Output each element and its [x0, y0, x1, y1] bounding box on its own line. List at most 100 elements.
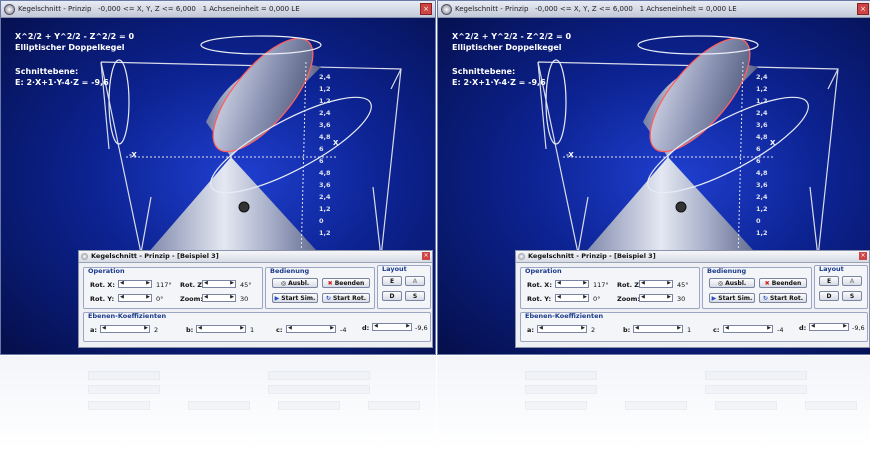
coeff-c-label: c:: [713, 326, 720, 334]
x-icon: ✖: [764, 280, 770, 287]
operation-header: Operation: [88, 267, 125, 275]
reflection: [437, 356, 870, 450]
rotate-icon: ↻: [325, 295, 331, 302]
neg-x-axis-label: -X: [566, 151, 574, 159]
ausbl-label: Ausbl.: [288, 280, 310, 287]
rot-y-spinner[interactable]: [555, 294, 589, 302]
start-sim-button[interactable]: ▶ Start Sim.: [272, 293, 318, 303]
x-axis-label: X: [333, 139, 339, 147]
zoom-spinner[interactable]: [639, 294, 673, 302]
start-sim-label: Start Sim.: [718, 295, 753, 302]
close-icon[interactable]: ×: [857, 3, 869, 15]
formula-block: X^2/2 + Y^2/2 - Z^2/2 = 0 Elliptischer D…: [15, 31, 134, 53]
rot-z-spinner[interactable]: [202, 280, 236, 288]
tick-label: 2,4: [319, 193, 331, 201]
layout-d-button[interactable]: D: [382, 291, 402, 301]
layout-a-button[interactable]: A: [405, 276, 425, 286]
coeff-d-value: -9,6: [852, 324, 865, 332]
tick-label: 3,6: [319, 181, 331, 189]
control-titlebar[interactable]: Kegelschnitt - Prinzip - [Beispiel 3]: [79, 251, 432, 263]
reflection-row: [525, 371, 597, 380]
window-titlebar[interactable]: Kegelschnitt - Prinzip -0,000 <= X, Y, Z…: [1, 1, 435, 18]
layout-s-button[interactable]: S: [842, 291, 862, 301]
coeff-header: Ebenen-Koeffizienten: [88, 312, 167, 320]
window-titlebar[interactable]: Kegelschnitt - Prinzip -0,000 <= X, Y, Z…: [438, 1, 870, 18]
rot-y-value: 0°: [593, 295, 601, 303]
coeff-b-spinner[interactable]: [633, 325, 683, 333]
coeff-a-spinner[interactable]: [537, 325, 587, 333]
reflection-row: [715, 401, 777, 410]
z-tick-labels: 2,4 1,2 1,2 2,4 3,6 4,8 6 6 4,8 3,6 2,4 …: [756, 71, 778, 251]
plane-block: Schnittebene: E: 2·X+1·Y-4·Z = -9,6: [15, 66, 109, 88]
coeff-a-spinner[interactable]: [100, 325, 150, 333]
marker-ball: [675, 201, 687, 213]
ausbl-button[interactable]: ◎ Ausbl.: [272, 278, 318, 288]
coeff-d-spinner[interactable]: [809, 323, 849, 331]
tick-label: 1,2: [319, 97, 331, 105]
rot-z-spinner[interactable]: [639, 280, 673, 288]
eye-icon: ◎: [280, 280, 287, 287]
ausbl-label: Ausbl.: [725, 280, 747, 287]
start-rot-label: Start Rot.: [332, 295, 367, 302]
tick-label: 1,2: [756, 205, 768, 213]
window-unit-value: 0,000 LE: [706, 5, 737, 13]
tick-label: 2,4: [319, 109, 331, 117]
section-ellipse: [649, 37, 751, 153]
formula-equation: X^2/2 + Y^2/2 - Z^2/2 = 0: [452, 32, 572, 41]
coeff-b-value: 1: [250, 326, 255, 334]
rot-x-value: 117°: [156, 281, 172, 289]
coeff-d-label: d:: [362, 324, 370, 332]
rot-x-spinner[interactable]: [555, 280, 589, 288]
operation-header: Operation: [525, 267, 562, 275]
reflection-row: [805, 401, 857, 410]
coeff-c-value: -4: [340, 326, 347, 334]
rot-z-label: Rot. Z:: [617, 281, 642, 289]
tick-label: 1,2: [756, 97, 768, 105]
start-rot-button[interactable]: ↻ Start Rot.: [759, 293, 807, 303]
rot-x-spinner[interactable]: [118, 280, 152, 288]
layout-e-button[interactable]: E: [819, 276, 839, 286]
tick-label: 6: [319, 157, 324, 165]
coeff-b-spinner[interactable]: [196, 325, 246, 333]
section-ellipse: [212, 37, 314, 153]
plane-equation: E: 2·X+1·Y-4·Z = -9,6: [15, 78, 109, 87]
start-rot-button[interactable]: ↻ Start Rot.: [322, 293, 370, 303]
layout-e-label: E: [826, 278, 832, 285]
layout-a-button[interactable]: A: [842, 276, 862, 286]
tick-label: 3,6: [756, 181, 768, 189]
z-axis: [737, 61, 744, 263]
layout-e-label: E: [389, 278, 395, 285]
coeff-b-label: b:: [623, 326, 631, 334]
layout-e-button[interactable]: E: [382, 276, 402, 286]
start-sim-button[interactable]: ▶ Start Sim.: [709, 293, 755, 303]
layout-header: Layout: [382, 265, 407, 273]
reflection-row: [268, 371, 370, 380]
tick-label: 1,2: [319, 85, 331, 93]
bedienung-header: Bedienung: [270, 267, 310, 275]
zoom-spinner[interactable]: [202, 294, 236, 302]
control-close-icon[interactable]: ×: [859, 252, 867, 260]
beenden-button[interactable]: ✖ Beenden: [759, 278, 807, 288]
rot-y-spinner[interactable]: [118, 294, 152, 302]
bedienung-group: Bedienung ◎ Ausbl. ✖ Beenden ▶ Start Sim. ↻…: [265, 267, 375, 309]
rot-y-label: Rot. Y:: [90, 295, 115, 303]
rot-y-label: Rot. Y:: [527, 295, 552, 303]
coeff-a-value: 2: [154, 326, 159, 334]
z-tick-labels: 2,4 1,2 1,2 2,4 3,6 4,8 6 6 4,8 3,6 2,4 …: [319, 71, 341, 251]
ausbl-button[interactable]: ◎ Ausbl.: [709, 278, 755, 288]
control-titlebar[interactable]: Kegelschnitt - Prinzip - [Beispiel 3]: [516, 251, 869, 263]
coeff-b-label: b:: [186, 326, 194, 334]
coeff-d-spinner[interactable]: [372, 323, 412, 331]
coeff-c-spinner[interactable]: [723, 325, 773, 333]
play-icon: ▶: [274, 295, 280, 302]
coeff-c-spinner[interactable]: [286, 325, 336, 333]
beenden-label: Beenden: [334, 280, 365, 287]
rotate-icon: ↻: [762, 295, 768, 302]
coefficients-group: Ebenen-Koeffizienten a: 2 b: 1 c: -4 d: …: [83, 312, 431, 342]
rot-x-value: 117°: [593, 281, 609, 289]
beenden-button[interactable]: ✖ Beenden: [322, 278, 370, 288]
close-icon[interactable]: ×: [420, 3, 432, 15]
control-close-icon[interactable]: ×: [422, 252, 430, 260]
layout-s-button[interactable]: S: [405, 291, 425, 301]
layout-d-button[interactable]: D: [819, 291, 839, 301]
